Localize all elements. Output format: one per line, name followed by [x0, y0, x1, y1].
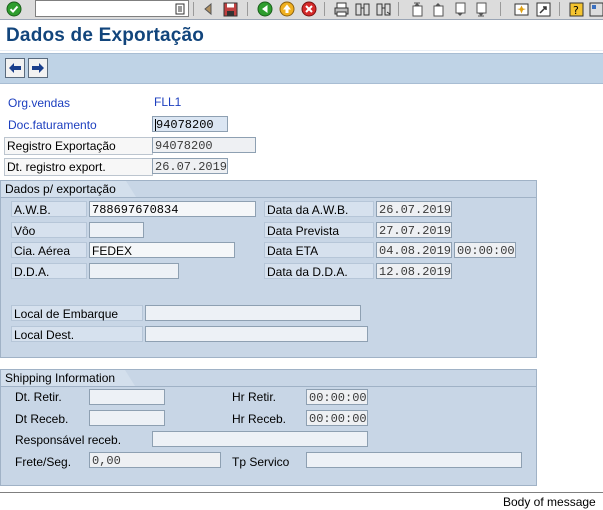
arrow-left-icon: [9, 63, 21, 73]
hora-eta-field[interactable]: 00:00:00: [454, 242, 516, 258]
data-prevista-field[interactable]: 27.07.2019: [376, 222, 452, 238]
data-prevista-label: Data Prevista: [264, 222, 374, 238]
data-dda-label: Data da D.D.A.: [264, 263, 374, 279]
last-page-icon[interactable]: [474, 1, 490, 17]
shipping-info-group-title: Shipping Information: [1, 370, 136, 386]
dt-registro-field[interactable]: 26.07.2019: [152, 158, 228, 174]
doc-faturamento-field[interactable]: 94078200: [152, 116, 228, 132]
cancel-icon[interactable]: [301, 1, 317, 17]
awb-label: A.W.B.: [11, 201, 87, 217]
registro-exportacao-label: Registro Exportação: [4, 137, 153, 155]
export-data-group: Dados p/ exportação A.W.B. 788697670834 …: [0, 180, 537, 358]
responsavel-receb-label: Responsável receb.: [15, 433, 122, 447]
find-next-icon[interactable]: [375, 1, 391, 17]
svg-text:?: ?: [573, 4, 579, 17]
customize-layout-icon[interactable]: [588, 1, 603, 17]
hr-receb-label: Hr Receb.: [232, 412, 287, 426]
application-toolbar: [0, 53, 603, 84]
dda-field[interactable]: [89, 263, 179, 279]
dt-receb-label: Dt Receb.: [15, 412, 69, 426]
data-eta-field[interactable]: 04.08.2019: [376, 242, 452, 258]
command-field-icon[interactable]: [174, 2, 186, 15]
print-icon[interactable]: [333, 1, 349, 17]
enter-icon[interactable]: [6, 1, 22, 17]
status-bar-divider: [0, 492, 603, 493]
export-data-group-title: Dados p/ exportação: [1, 181, 136, 197]
responsavel-receb-field[interactable]: [152, 431, 368, 447]
cia-aerea-field[interactable]: FEDEX: [89, 242, 235, 258]
dt-receb-field[interactable]: [89, 410, 165, 426]
create-session-icon[interactable]: [513, 1, 529, 17]
data-dda-field[interactable]: 12.08.2019: [376, 263, 452, 279]
help-icon[interactable]: ?: [568, 1, 584, 17]
local-embarque-field[interactable]: [145, 305, 361, 321]
previous-record-button[interactable]: [5, 58, 25, 78]
data-eta-label: Data ETA: [264, 242, 374, 258]
arrow-right-icon: [32, 63, 44, 73]
find-icon[interactable]: [354, 1, 370, 17]
cia-aerea-label: Cia. Aérea: [11, 242, 87, 258]
exit-icon[interactable]: [279, 1, 295, 17]
back-nav-icon[interactable]: [257, 1, 273, 17]
back-icon[interactable]: [200, 1, 216, 17]
previous-page-icon[interactable]: [431, 1, 447, 17]
tp-servico-field[interactable]: [306, 452, 522, 468]
dt-retir-field[interactable]: [89, 389, 165, 405]
voo-field[interactable]: [89, 222, 144, 238]
data-awb-label: Data da A.W.B.: [264, 201, 374, 217]
awb-field[interactable]: 788697670834: [89, 201, 256, 217]
registro-exportacao-field[interactable]: 94078200: [152, 137, 256, 153]
dda-label: D.D.A.: [11, 263, 87, 279]
hr-receb-field[interactable]: 00:00:00: [306, 410, 368, 426]
tp-servico-label: Tp Servico: [232, 455, 290, 469]
save-icon[interactable]: [222, 1, 238, 17]
data-awb-field[interactable]: 26.07.2019: [376, 201, 452, 217]
command-field[interactable]: [35, 0, 189, 17]
frete-seg-label: Frete/Seg.: [15, 455, 72, 469]
shortcut-icon[interactable]: [535, 1, 551, 17]
doc-faturamento-label: Doc.faturamento: [8, 118, 97, 132]
dt-registro-label: Dt. registro export.: [4, 158, 153, 176]
first-page-icon[interactable]: [410, 1, 426, 17]
org-vendas-value: FLL1: [154, 95, 182, 109]
frete-seg-field[interactable]: 0,00: [89, 452, 221, 468]
voo-label: Vôo: [11, 222, 87, 238]
local-dest-label: Local Dest.: [11, 326, 143, 342]
system-toolbar: ?: [0, 0, 603, 20]
local-dest-field[interactable]: [145, 326, 368, 342]
title-divider: [0, 50, 603, 51]
local-embarque-label: Local de Embarque: [11, 305, 143, 321]
page-title: Dados de Exportação: [6, 25, 205, 46]
dt-retir-label: Dt. Retir.: [15, 390, 62, 404]
next-page-icon[interactable]: [453, 1, 469, 17]
org-vendas-label: Org.vendas: [8, 96, 71, 110]
shipping-info-group: Shipping Information Dt. Retir. Hr Retir…: [0, 369, 537, 486]
next-record-button[interactable]: [28, 58, 48, 78]
status-message: Body of message: [503, 495, 596, 509]
hr-retir-field[interactable]: 00:00:00: [306, 389, 368, 405]
hr-retir-label: Hr Retir.: [232, 390, 277, 404]
